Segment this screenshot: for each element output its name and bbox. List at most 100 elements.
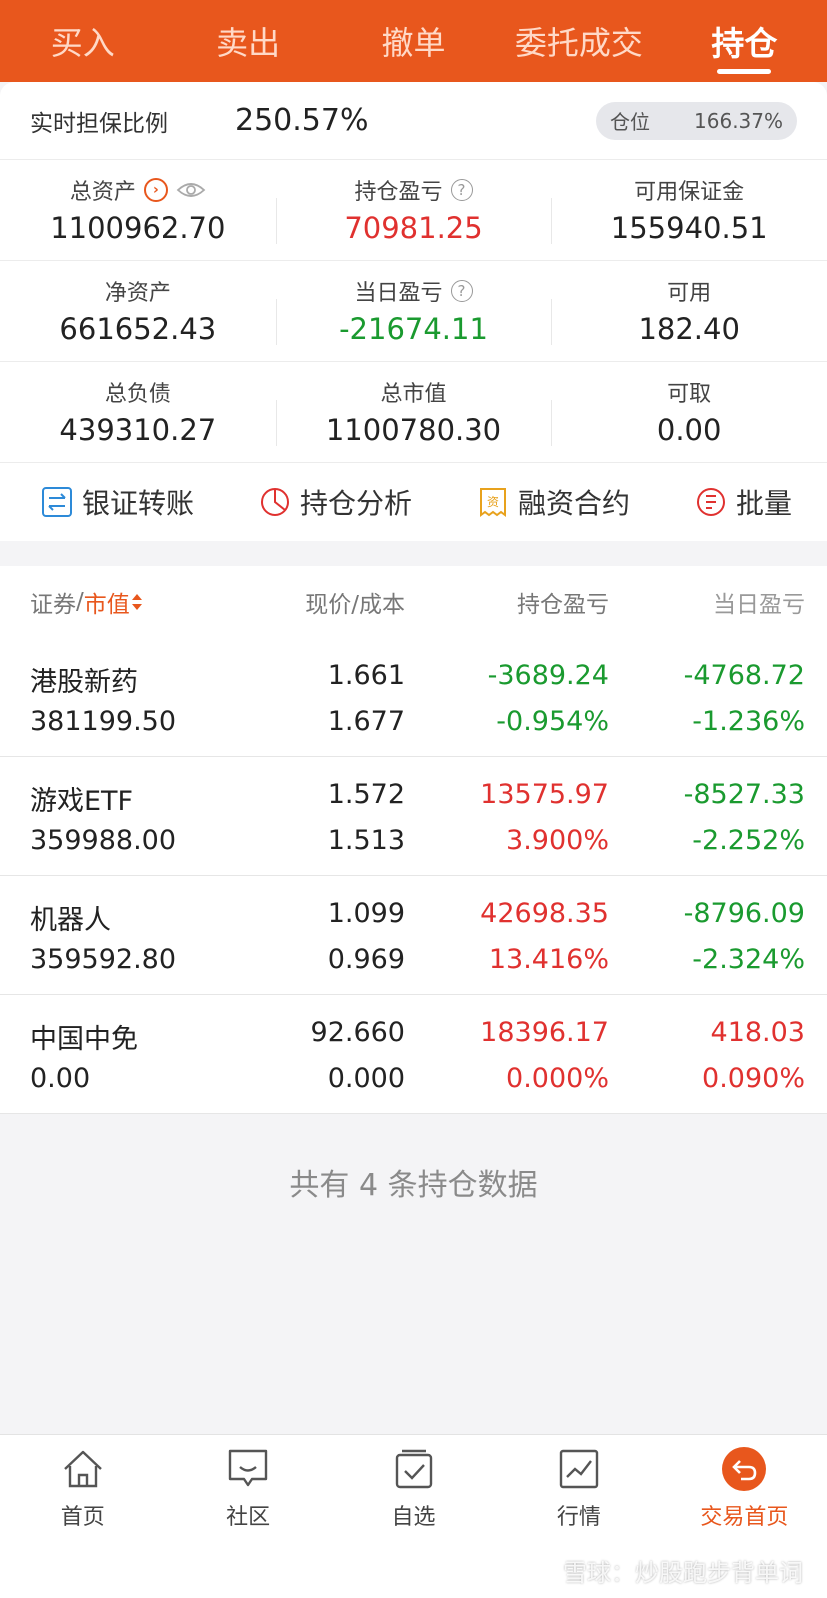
summary-row-2: 净资产 661652.43 当日盈亏 ? -21674.11 可用 182.40 [0,261,827,362]
snowball-logo-icon [532,1558,556,1583]
market-value: 359988.00 [30,825,177,856]
available-funds-value: 182.40 [638,312,740,346]
table-row[interactable]: 中国中免 0.00 92.660 0.000 18396.17 0.000% 4… [0,995,827,1114]
tab-buy[interactable]: 买入 [0,0,165,82]
market-value: 0.00 [30,1063,91,1094]
list-header: 证券 / 市值 现价/成本 持仓盈亏 当日盈亏 [0,566,827,638]
available-margin: 可用保证金 155940.51 [551,160,827,260]
position-pnl: 18396.17 [480,1017,609,1048]
day-pnl: -8796.09 [683,898,805,929]
guarantee-ratio-value: 250.57% [235,103,369,138]
total-liabilities-label: 总负债 [104,382,171,407]
header-position-pnl[interactable]: 持仓盈亏 [517,585,609,619]
available-margin-label: 可用保证金 [634,180,745,205]
tab-sell[interactable]: 卖出 [165,0,330,82]
position-pnl-pct: 3.900% [506,825,609,856]
home-icon [59,1445,107,1493]
header-price-cost[interactable]: 现价/成本 [305,585,405,619]
day-pnl-pct: 0.090% [702,1063,805,1094]
bank-transfer-label: 银证转账 [82,487,195,520]
day-pnl-pct: -2.252% [692,825,805,856]
position-list: 证券 / 市值 现价/成本 持仓盈亏 当日盈亏 港股新药 381199.50 1… [0,566,827,1114]
security-name: 港股新药 [30,667,138,698]
nav-watchlist[interactable]: 自选 [331,1435,496,1598]
security-name: 中国中免 [30,1024,138,1055]
account-card: 实时担保比例 250.57% 仓位 166.37% 总资产 › 1100962.… [0,82,827,541]
chevron-right-icon[interactable]: › [143,178,168,202]
position-count-note: 共有 4 条持仓数据 [289,1168,538,1203]
position-pnl: 13575.97 [480,779,609,810]
position-pnl-label: 持仓盈亏 [354,180,443,205]
position-value: 166.37% [694,108,783,133]
nav-trade-home-label: 交易首页 [700,1505,789,1530]
summary-row-3: 总负债 439310.27 总市值 1100780.30 可取 0.00 [0,362,827,463]
guarantee-ratio-label: 实时担保比例 [30,110,168,137]
nav-market-label: 行情 [556,1505,601,1530]
margin-contract-label: 融资合约 [518,487,631,520]
withdrawable: 可取 0.00 [551,362,827,462]
eye-icon[interactable] [176,180,206,200]
total-market-value-label: 总市值 [380,382,447,407]
sort-icon[interactable] [130,591,144,613]
watermark: 雪球：炒股跑步背单词 [531,1553,803,1588]
cost-price: 0.000 [327,1063,405,1094]
summary-row-1: 总资产 › 1100962.70 持仓盈亏 ? 70981.25 可用保证金 1… [0,160,827,261]
current-price: 1.099 [327,898,405,929]
top-tab-bar: 买入 卖出 撤单 委托成交 持仓 [0,0,827,82]
quick-actions: 银证转账 持仓分析 资 融资合约 批量 [0,463,827,541]
contract-icon: 资 [476,485,510,519]
table-row[interactable]: 港股新药 381199.50 1.661 1.677 -3689.24 -0.9… [0,638,827,757]
checkbox-icon [390,1445,438,1493]
day-pnl-pct: -1.236% [692,706,805,737]
nav-home-label: 首页 [60,1505,105,1530]
market-value: 381199.50 [30,706,177,737]
chart-icon [555,1445,603,1493]
batch-label: 批量 [736,487,793,520]
position-pnl: -3689.24 [487,660,609,691]
header-security[interactable]: 证券 / 市值 [30,585,144,619]
nav-community[interactable]: 社区 [165,1435,330,1598]
position-pnl: 42698.35 [480,898,609,929]
tab-cancel[interactable]: 撤单 [331,0,496,82]
header-day-pnl[interactable]: 当日盈亏 [713,585,805,619]
position-analysis-button[interactable]: 持仓分析 [258,482,412,522]
tab-orders[interactable]: 委托成交 [496,0,661,82]
day-pnl-label: 当日盈亏 [354,281,443,306]
margin-contract-button[interactable]: 资 融资合约 [476,482,630,522]
trade-icon [720,1445,768,1493]
cost-price: 1.677 [327,706,405,737]
security-name: 机器人 [30,905,111,936]
bank-transfer-button[interactable]: 银证转账 [40,482,194,522]
withdrawable-value: 0.00 [656,413,722,447]
available-funds-label: 可用 [667,281,712,306]
day-pnl: -8527.33 [683,779,805,810]
current-price: 1.661 [327,660,405,691]
batch-button[interactable]: 批量 [694,482,792,522]
chat-icon [224,1445,272,1493]
available-margin-value: 155940.51 [610,211,768,245]
day-pnl: 当日盈亏 ? -21674.11 [275,261,552,361]
position-label: 仓位 [610,110,651,134]
table-row[interactable]: 游戏ETF 359988.00 1.572 1.513 13575.97 3.9… [0,757,827,876]
security-name: 游戏ETF [30,786,134,817]
total-liabilities: 总负债 439310.27 [0,362,276,462]
header-market-value[interactable]: 市值 [84,585,130,619]
total-assets-value: 1100962.70 [50,211,226,245]
watermark-text: 雪球：炒股跑步背单词 [563,1559,803,1587]
help-icon[interactable]: ? [450,179,473,201]
nav-watchlist-label: 自选 [391,1505,436,1530]
table-row[interactable]: 机器人 359592.80 1.099 0.969 42698.35 13.41… [0,876,827,995]
position-pnl-pct: 13.416% [488,944,609,975]
tab-positions[interactable]: 持仓 [662,0,827,82]
total-market-value: 总市值 1100780.30 [275,362,552,462]
cost-price: 0.969 [327,944,405,975]
day-pnl: 418.03 [710,1017,805,1048]
nav-home[interactable]: 首页 [0,1435,165,1598]
net-assets-value: 661652.43 [59,312,217,346]
net-assets: 净资产 661652.43 [0,261,276,361]
nav-community-label: 社区 [226,1505,271,1530]
help-icon[interactable]: ? [450,280,473,302]
svg-text:资: 资 [487,495,499,509]
position-pnl-value: 70981.25 [344,211,483,245]
total-assets[interactable]: 总资产 › 1100962.70 [0,160,276,260]
